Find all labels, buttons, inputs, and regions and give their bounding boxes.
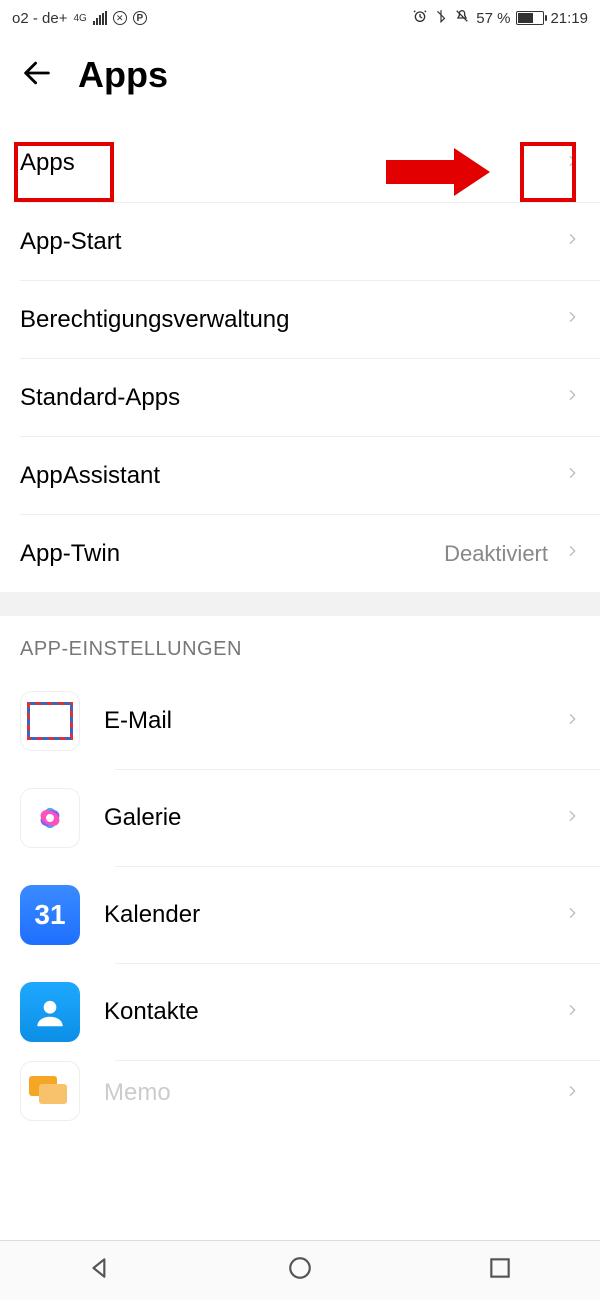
menu-label: AppAssistant xyxy=(20,462,160,490)
data-off-icon: ✕ xyxy=(113,11,127,25)
chevron-right-icon xyxy=(564,1002,580,1023)
menu-item-apps[interactable]: Apps xyxy=(0,124,600,202)
status-bar: o2 - de+ 4G ✕ P 57 % 21:19 xyxy=(0,0,600,36)
chevron-right-icon xyxy=(564,153,580,174)
battery-icon xyxy=(516,11,544,25)
menu-item-app-twin[interactable]: App-Twin Deaktiviert xyxy=(20,514,600,592)
app-item-contacts[interactable]: Kontakte xyxy=(0,964,600,1060)
chevron-right-icon xyxy=(564,387,580,408)
chevron-right-icon xyxy=(564,309,580,330)
nav-recents-button[interactable] xyxy=(457,1245,543,1296)
menu-label: Standard-Apps xyxy=(20,384,180,412)
signal-icon xyxy=(93,11,107,25)
mute-icon xyxy=(454,8,470,28)
app-label: Kalender xyxy=(104,901,564,929)
menu-label: Berechtigungsverwaltung xyxy=(20,306,290,334)
app-label: E-Mail xyxy=(104,707,564,735)
menu-value: Deaktiviert xyxy=(444,541,548,567)
app-item-calendar[interactable]: 31 Kalender xyxy=(0,867,600,963)
chevron-right-icon xyxy=(564,1083,580,1104)
page-title: Apps xyxy=(78,54,168,96)
app-settings-section: E-Mail Galerie xyxy=(0,673,600,1125)
chevron-right-icon xyxy=(564,231,580,252)
menu-item-app-start[interactable]: App-Start xyxy=(20,202,600,280)
chevron-right-icon xyxy=(564,905,580,926)
contacts-icon xyxy=(20,982,80,1042)
menu-item-permissions[interactable]: Berechtigungsverwaltung xyxy=(20,280,600,358)
chevron-right-icon xyxy=(564,543,580,564)
calendar-icon: 31 xyxy=(20,885,80,945)
app-label: Kontakte xyxy=(104,998,564,1026)
app-item-gallery[interactable]: Galerie xyxy=(0,770,600,866)
system-nav-bar xyxy=(0,1240,600,1300)
back-icon[interactable] xyxy=(20,56,54,95)
settings-section: Apps App-Start Berechtigungsverwaltung S… xyxy=(0,124,600,592)
nav-back-button[interactable] xyxy=(57,1245,143,1296)
chevron-right-icon xyxy=(564,808,580,829)
calendar-date: 31 xyxy=(34,899,65,931)
menu-label: App-Start xyxy=(20,228,121,256)
gallery-icon xyxy=(20,788,80,848)
mail-icon xyxy=(20,691,80,751)
chevron-right-icon xyxy=(564,465,580,486)
menu-item-default-apps[interactable]: Standard-Apps xyxy=(20,358,600,436)
network-label: 4G xyxy=(73,13,86,24)
chevron-right-icon xyxy=(564,711,580,732)
menu-label: App-Twin xyxy=(20,540,120,568)
clock-label: 21:19 xyxy=(550,10,588,27)
section-gap xyxy=(0,592,600,616)
nav-home-button[interactable] xyxy=(257,1245,343,1296)
app-item-memo[interactable]: Memo xyxy=(0,1061,600,1125)
menu-item-app-assistant[interactable]: AppAssistant xyxy=(20,436,600,514)
pinterest-icon: P xyxy=(133,11,147,25)
app-label: Galerie xyxy=(104,804,564,832)
bluetooth-icon xyxy=(434,9,448,27)
menu-label: Apps xyxy=(20,149,75,177)
battery-pct-label: 57 % xyxy=(476,10,510,27)
memo-icon xyxy=(20,1061,80,1121)
section-header: APP-EINSTELLUNGEN xyxy=(0,616,600,673)
title-bar: Apps xyxy=(0,36,600,124)
app-item-email[interactable]: E-Mail xyxy=(0,673,600,769)
app-label: Memo xyxy=(104,1079,564,1107)
carrier-label: o2 - de+ xyxy=(12,10,67,27)
alarm-icon xyxy=(412,8,428,28)
